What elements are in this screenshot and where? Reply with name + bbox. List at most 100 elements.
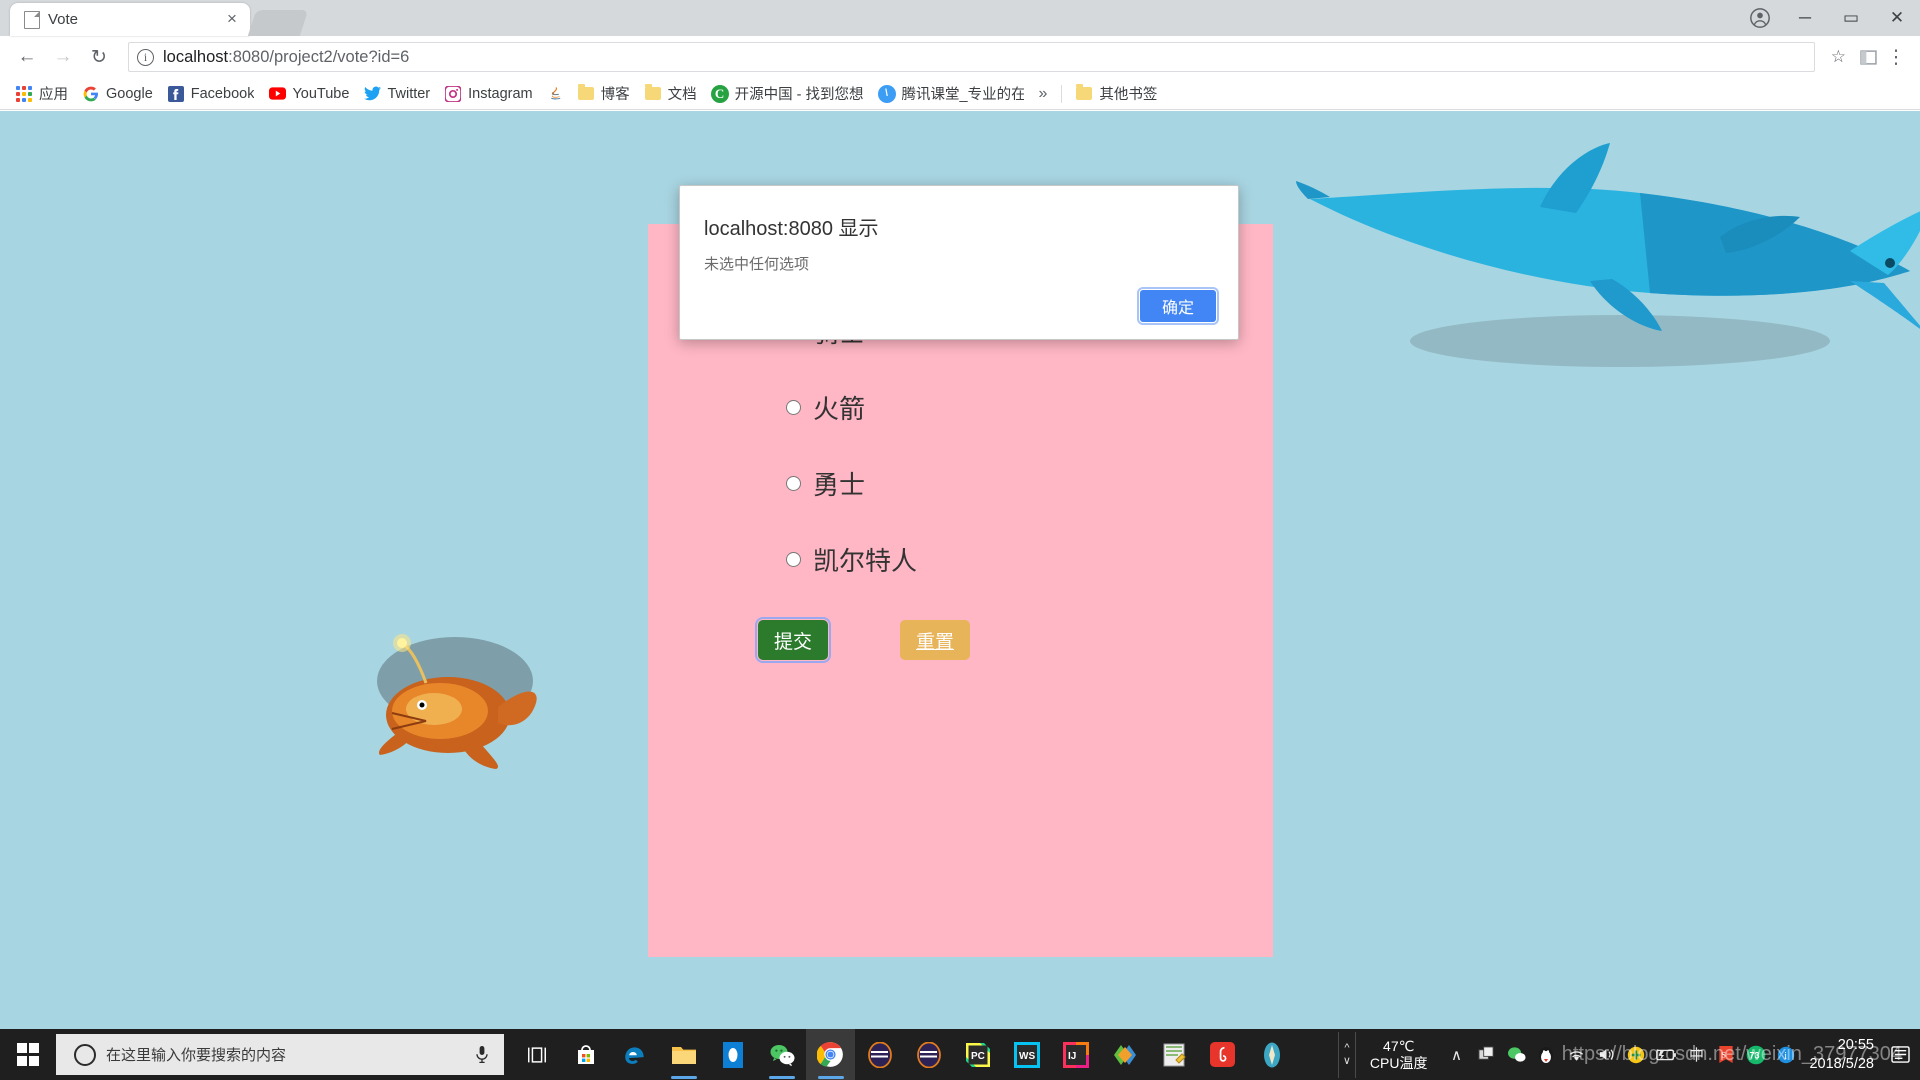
close-icon[interactable]: × — [222, 9, 242, 30]
wechat-icon[interactable] — [757, 1029, 806, 1080]
wechat-tray-icon[interactable] — [1501, 1029, 1531, 1080]
bookmark-facebook[interactable]: Facebook — [160, 81, 262, 107]
submit-button[interactable]: 提交 — [754, 617, 832, 663]
bookmark-tencent-class[interactable]: \ 腾讯课堂_专业的在线 — [871, 81, 1031, 107]
chrome-menu-icon[interactable]: ⋮ — [1882, 43, 1910, 71]
reset-button[interactable]: 重置 — [900, 620, 971, 660]
bookmark-star-icon[interactable]: ☆ — [1831, 47, 1846, 67]
folder-icon — [577, 84, 595, 103]
vote-option[interactable]: 凯尔特人 — [786, 544, 1273, 576]
chrome-icon[interactable] — [806, 1029, 855, 1080]
wifi-icon[interactable] — [1561, 1029, 1591, 1080]
svg-text:73: 73 — [1750, 1050, 1760, 1060]
dialog-ok-button[interactable]: 确定 — [1136, 287, 1220, 325]
cpu-temperature-widget[interactable]: 47℃ CPU温度 — [1356, 1038, 1442, 1072]
notepad-app-icon[interactable] — [1149, 1029, 1198, 1080]
webstorm-icon[interactable]: WS — [1002, 1029, 1051, 1080]
pen-app-icon[interactable] — [1247, 1029, 1296, 1080]
optimizer-73-icon[interactable]: 73 — [1741, 1029, 1771, 1080]
minimize-button[interactable]: ─ — [1782, 0, 1828, 36]
bookmark-label: 文档 — [667, 87, 697, 103]
multi-window-icon[interactable] — [1471, 1029, 1501, 1080]
show-hidden-icons-icon[interactable]: ∧ — [1441, 1029, 1471, 1080]
search-input[interactable]: 在这里输入你要搜索的内容 — [56, 1034, 504, 1075]
shark-decoration-image — [1296, 143, 1920, 367]
page-icon — [24, 10, 40, 29]
bookmark-label: Twitter — [387, 85, 431, 102]
tab-title: Vote — [48, 11, 79, 28]
back-icon[interactable]: ← — [10, 40, 44, 74]
url-path: :8080/project2/vote?id=6 — [228, 47, 410, 66]
vote-option[interactable]: 勇士 — [786, 468, 1273, 500]
security-shield-icon[interactable] — [1621, 1029, 1651, 1080]
apps-grid-icon — [15, 85, 33, 103]
bookmark-label: 开源中国 - 找到您想 — [734, 87, 864, 103]
url-text: localhost:8080/project2/vote?id=6 — [163, 48, 409, 67]
task-view-icon[interactable] — [512, 1029, 561, 1080]
bookmark-twitter[interactable]: Twitter — [356, 81, 437, 107]
bookmark-oschina[interactable]: C 开源中国 - 找到您想 — [704, 81, 871, 107]
volume-icon[interactable] — [1591, 1029, 1621, 1080]
bookmark-label: 腾讯课堂_专业的在线 — [901, 87, 1024, 103]
option-label[interactable]: 火箭 — [813, 389, 865, 426]
eclipse-icon[interactable] — [904, 1029, 953, 1080]
qq-tray-icon[interactable] — [1531, 1029, 1561, 1080]
cortana-icon — [74, 1043, 96, 1066]
bookmark-other-bookmarks[interactable]: 其他书签 — [1068, 81, 1164, 107]
running-indicator — [818, 1076, 844, 1079]
java-icon — [547, 85, 565, 103]
sogou-input-icon[interactable]: S — [1711, 1029, 1741, 1080]
profile-avatar-icon[interactable] — [1738, 0, 1782, 36]
reload-icon[interactable]: ↻ — [82, 40, 116, 74]
folder-icon — [1075, 84, 1093, 103]
anglerfish-decoration-image — [377, 634, 537, 769]
bookmark-label: 应用 — [39, 87, 68, 103]
action-center-icon[interactable] — [1886, 1029, 1914, 1080]
svg-text:PC: PC — [971, 1051, 985, 1062]
pycharm-icon[interactable]: PC — [953, 1029, 1002, 1080]
svg-text:WS: WS — [1019, 1051, 1035, 1062]
site-info-icon[interactable]: i — [137, 48, 154, 66]
battery-icon[interactable] — [1651, 1029, 1681, 1080]
cpu-temp-label: CPU温度 — [1369, 1054, 1428, 1071]
microsoft-store-icon[interactable] — [561, 1029, 610, 1080]
bookmark-blog[interactable]: 博客 — [570, 81, 637, 107]
bookmark-java[interactable] — [540, 81, 570, 107]
bookmark-apps[interactable]: 应用 — [8, 81, 75, 107]
browser-window: Vote × ─ ▭ ✕ ← → ↻ i localhost:8080/proj… — [0, 0, 1920, 1029]
ime-chinese-icon[interactable]: 中 — [1681, 1029, 1711, 1080]
app-blue-icon[interactable] — [708, 1029, 757, 1080]
edge-icon[interactable] — [610, 1029, 659, 1080]
vote-option[interactable]: 火箭 — [786, 392, 1273, 424]
forward-icon[interactable]: → — [46, 40, 80, 74]
radio-option-1[interactable] — [786, 399, 801, 415]
clock-widget[interactable]: 20:55 2018/5/28 — [1801, 1036, 1886, 1074]
maximize-button[interactable]: ▭ — [1828, 0, 1874, 36]
bookmark-docs[interactable]: 文档 — [637, 81, 704, 107]
option-label[interactable]: 勇士 — [813, 465, 865, 502]
bookmarks-overflow-icon[interactable]: » — [1031, 85, 1056, 103]
address-bar[interactable]: i localhost:8080/project2/vote?id=6 — [128, 42, 1815, 72]
microphone-icon[interactable] — [470, 1045, 494, 1064]
bookmark-label: Google — [106, 85, 153, 102]
tray-scroll-arrows[interactable]: ^ ∨ — [1337, 1031, 1356, 1078]
radio-option-3[interactable] — [786, 551, 801, 567]
navicat-icon[interactable] — [1100, 1029, 1149, 1080]
start-button[interactable] — [0, 1029, 56, 1080]
radio-option-2[interactable] — [786, 475, 801, 491]
google-icon — [82, 85, 100, 103]
extension-icon[interactable] — [1854, 43, 1882, 71]
netease-music-icon[interactable] — [1198, 1029, 1247, 1080]
info-icon[interactable]: i — [1771, 1029, 1801, 1080]
bookmark-google[interactable]: Google — [75, 81, 160, 107]
option-label[interactable]: 凯尔特人 — [813, 541, 917, 578]
bookmark-youtube[interactable]: YouTube — [261, 81, 356, 107]
close-window-button[interactable]: ✕ — [1874, 0, 1920, 36]
file-explorer-icon[interactable] — [659, 1029, 708, 1080]
new-tab-button[interactable] — [247, 10, 309, 36]
facebook-icon — [167, 85, 185, 103]
browser-tab[interactable]: Vote × — [10, 3, 250, 36]
eclipse-icon[interactable] — [855, 1029, 904, 1080]
intellij-idea-icon[interactable]: IJ — [1051, 1029, 1100, 1080]
bookmark-instagram[interactable]: Instagram — [437, 81, 539, 107]
